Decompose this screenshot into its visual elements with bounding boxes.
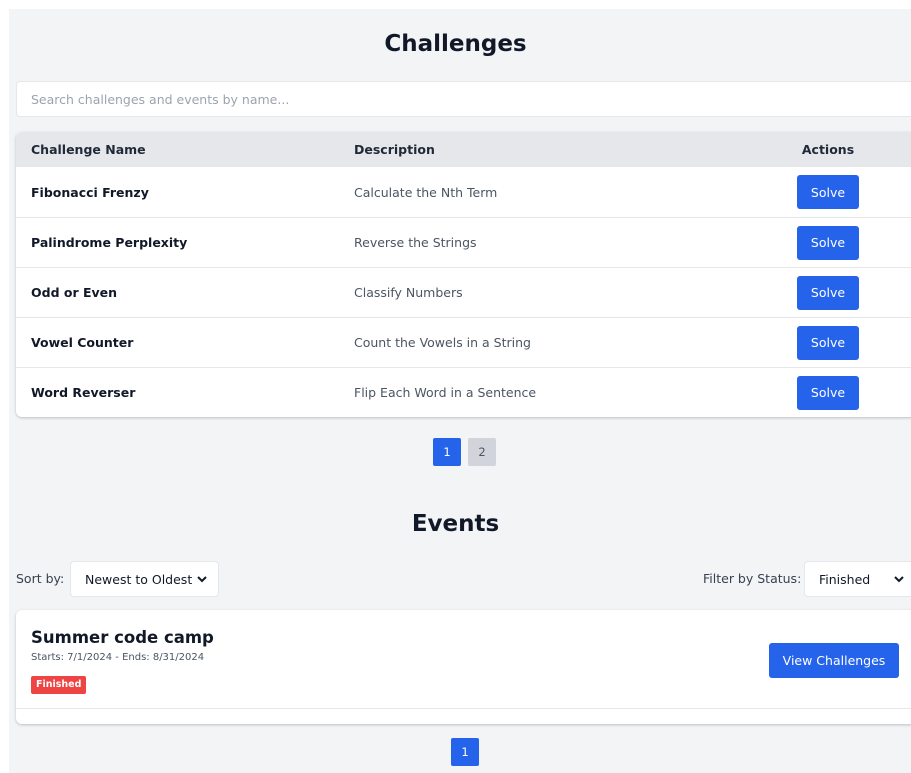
challenge-name: Word Reverser xyxy=(31,385,136,400)
table-row: Word Reverser Flip Each Word in a Senten… xyxy=(16,367,911,417)
solve-button[interactable]: Solve xyxy=(797,225,859,260)
challenge-name: Fibonacci Frenzy xyxy=(31,184,149,200)
solve-button[interactable]: Solve xyxy=(797,275,859,310)
event-card: Summer code camp Starts: 7/1/2024 - Ends… xyxy=(16,610,911,724)
events-pagination: 1 xyxy=(451,738,479,766)
solve-button[interactable]: Solve xyxy=(797,375,859,410)
sort-label: Sort by: xyxy=(16,571,65,586)
event-name: Summer code camp xyxy=(31,628,214,647)
table-row: Palindrome Perplexity Reverse the String… xyxy=(16,217,911,267)
status-badge: Finished xyxy=(31,676,87,694)
page-button-2[interactable]: 2 xyxy=(468,438,496,466)
table-row: Odd or Even Classify Numbers Solve xyxy=(16,267,911,317)
status-filter-select[interactable]: Finished xyxy=(804,561,911,597)
view-challenges-button[interactable]: View Challenges xyxy=(769,643,899,678)
table-row: Fibonacci Frenzy Calculate the Nth Term … xyxy=(16,167,911,217)
events-title: Events xyxy=(411,511,500,537)
actions-cell: Solve xyxy=(786,268,870,317)
table-row: Vowel Counter Count the Vowels in a Stri… xyxy=(16,317,911,367)
challenge-description: Classify Numbers xyxy=(354,285,463,300)
column-header-name: Challenge Name xyxy=(31,142,146,157)
challenge-description: Reverse the Strings xyxy=(354,235,477,250)
challenge-name: Odd or Even xyxy=(31,285,118,300)
page-button-1[interactable]: 1 xyxy=(451,738,479,766)
search-input[interactable] xyxy=(16,81,911,117)
actions-cell: Solve xyxy=(786,167,870,217)
challenge-name: Palindrome Perplexity xyxy=(31,235,188,250)
challenge-description: Flip Each Word in a Sentence xyxy=(354,385,537,400)
actions-cell: Solve xyxy=(786,368,870,417)
solve-button[interactable]: Solve xyxy=(797,325,859,360)
challenge-name: Vowel Counter xyxy=(31,335,134,350)
column-header-actions: Actions xyxy=(801,142,855,157)
page-button-1[interactable]: 1 xyxy=(433,438,461,466)
sort-select[interactable]: Newest to Oldest xyxy=(70,561,219,597)
challenges-title: Challenges xyxy=(384,31,527,57)
challenge-description: Count the Vowels in a String xyxy=(354,335,531,350)
actions-cell: Solve xyxy=(786,218,870,267)
table-body: Fibonacci Frenzy Calculate the Nth Term … xyxy=(16,167,911,417)
column-header-description: Description xyxy=(354,142,435,157)
challenges-pagination: 1 2 xyxy=(433,438,496,466)
sort-select-value: Newest to Oldest xyxy=(85,571,193,587)
chevron-down-icon xyxy=(892,572,906,586)
event-item: Summer code camp Starts: 7/1/2024 - Ends… xyxy=(16,610,911,709)
solve-button[interactable]: Solve xyxy=(797,175,859,209)
challenges-table: Challenge Name Description Actions Fibon… xyxy=(16,132,911,417)
table-header: Challenge Name Description Actions xyxy=(16,132,911,167)
status-filter-value: Finished xyxy=(819,571,871,587)
event-dates: Starts: 7/1/2024 - Ends: 8/31/2024 xyxy=(31,652,205,663)
chevron-down-icon xyxy=(195,572,209,586)
filter-label: Filter by Status: xyxy=(703,571,802,586)
challenge-description: Calculate the Nth Term xyxy=(354,184,498,200)
actions-cell: Solve xyxy=(786,318,870,367)
